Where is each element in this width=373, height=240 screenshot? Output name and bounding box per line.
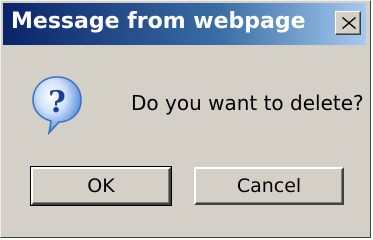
close-icon xyxy=(342,17,356,29)
dialog-title: Message from webpage xyxy=(11,9,306,34)
svg-text:?: ? xyxy=(48,85,66,120)
dialog-message: Do you want to delete? xyxy=(131,91,364,115)
cancel-button[interactable]: Cancel xyxy=(194,167,344,205)
ok-button-label: OK xyxy=(87,175,115,197)
ok-button[interactable]: OK xyxy=(30,166,172,206)
close-button[interactable] xyxy=(335,11,361,35)
message-dialog: Message from webpage ? Do you want to de… xyxy=(0,0,371,238)
dialog-title-bar[interactable]: Message from webpage xyxy=(3,3,366,45)
question-icon: ? xyxy=(31,75,83,136)
cancel-button-label: Cancel xyxy=(236,175,302,197)
